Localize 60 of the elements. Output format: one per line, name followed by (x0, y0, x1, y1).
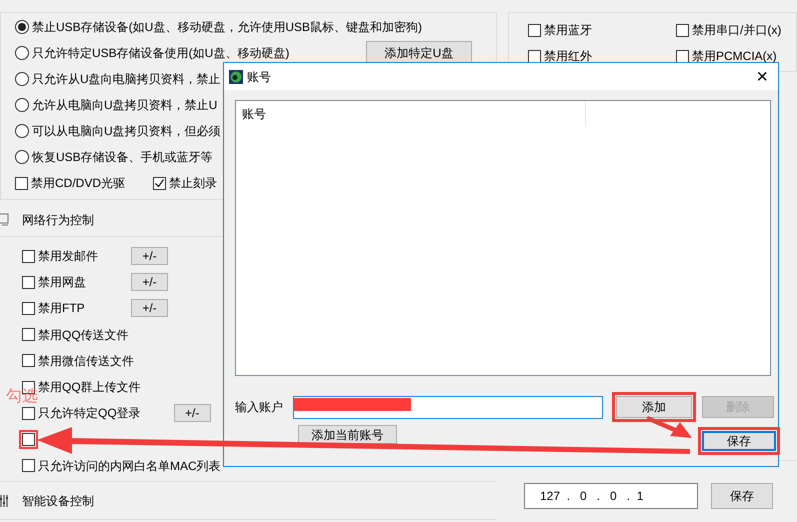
save-button[interactable]: 保存 (702, 431, 776, 451)
checkbox[interactable] (528, 24, 541, 36)
radio-button[interactable] (15, 46, 29, 60)
checkbox[interactable] (22, 406, 35, 420)
checkbox[interactable] (676, 50, 689, 62)
radio-button[interactable] (15, 124, 29, 138)
checkbox-label: 禁用网盘 (38, 274, 87, 292)
checkbox[interactable] (22, 328, 35, 342)
checkbox-label: 禁止刻录 (169, 175, 217, 192)
checkbox-label: 禁用FTP (38, 300, 86, 318)
monitor-icon (0, 213, 10, 227)
checkbox-label: 禁用串口/并口(x) (692, 22, 782, 39)
section-title: 智能设备控制 (22, 492, 94, 510)
sliders-icon (0, 494, 10, 508)
checkbox-label: 禁用QQ群上传文件 (38, 379, 141, 396)
checkbox-label: 禁用QQ传送文件 (38, 326, 129, 344)
plus-minus-button[interactable]: +/- (174, 404, 211, 422)
plus-minus-button[interactable]: +/- (131, 247, 168, 266)
radio-button[interactable] (15, 98, 29, 112)
checkbox-label: 禁用发邮件 (38, 248, 99, 266)
checkbox[interactable] (22, 250, 35, 263)
ip-address-field[interactable]: 127 . 0 . 0 . 1 (524, 483, 698, 509)
checkbox-label: 只允许访问的内网白名单MAC列表 (38, 458, 221, 475)
section-title: 网络行为控制 (22, 212, 94, 229)
field-label: 输入账户 (235, 399, 284, 416)
checkbox[interactable] (15, 176, 28, 190)
checkbox[interactable] (676, 24, 689, 36)
checkbox-label: 只允许特定QQ登录 (38, 405, 141, 422)
plus-minus-button[interactable]: +/- (131, 299, 168, 318)
app-icon (229, 70, 243, 84)
account-input[interactable] (293, 396, 603, 418)
option-label: 禁止USB存储设备(如U盘、移动硬盘，允许使用USB鼠标、键盘和加密狗) (32, 19, 422, 36)
radio-button[interactable] (15, 72, 29, 86)
option-label: 只允许特定USB存储设备使用(如U盘、移动硬盘) (32, 45, 290, 62)
radio-button[interactable] (15, 150, 29, 164)
add-button[interactable]: 添加 (616, 396, 692, 418)
close-button[interactable]: × (754, 66, 770, 86)
checkbox[interactable] (528, 50, 541, 62)
option-label: 可以从电脑向U盘拷贝资料，但必须 (32, 123, 221, 140)
dialog-title: 账号 (247, 68, 271, 86)
checkbox-label: 禁用蓝牙 (544, 22, 592, 39)
column-header: 账号 (236, 101, 586, 125)
account-list[interactable]: 账号 (235, 100, 771, 376)
checkbox[interactable] (22, 432, 35, 446)
option-label: 恢复USB存储设备、手机或蓝牙等 (32, 149, 213, 166)
checkbox[interactable] (22, 459, 35, 472)
checkbox-label: 禁用微信传送文件 (38, 352, 134, 370)
option-label: 允许从电脑向U盘拷贝资料，禁止U (32, 97, 218, 114)
plus-minus-button[interactable]: +/- (131, 273, 168, 292)
checkbox-label: 禁用红外 (544, 48, 592, 65)
save-button[interactable]: 保存 (711, 483, 773, 509)
radio-button[interactable] (15, 20, 29, 34)
add-current-button[interactable]: 添加当前账号 (298, 425, 397, 444)
checkbox-label: 禁用PCMCIA(x) (692, 48, 777, 65)
checkbox[interactable] (22, 276, 35, 289)
checkbox[interactable] (22, 354, 35, 368)
checkbox-label: 禁用CD/DVD光驱 (31, 175, 126, 192)
checkbox[interactable] (22, 302, 35, 315)
checkbox[interactable] (153, 176, 166, 190)
option-label: 只允许从U盘向电脑拷贝资料，禁止 (32, 71, 221, 88)
